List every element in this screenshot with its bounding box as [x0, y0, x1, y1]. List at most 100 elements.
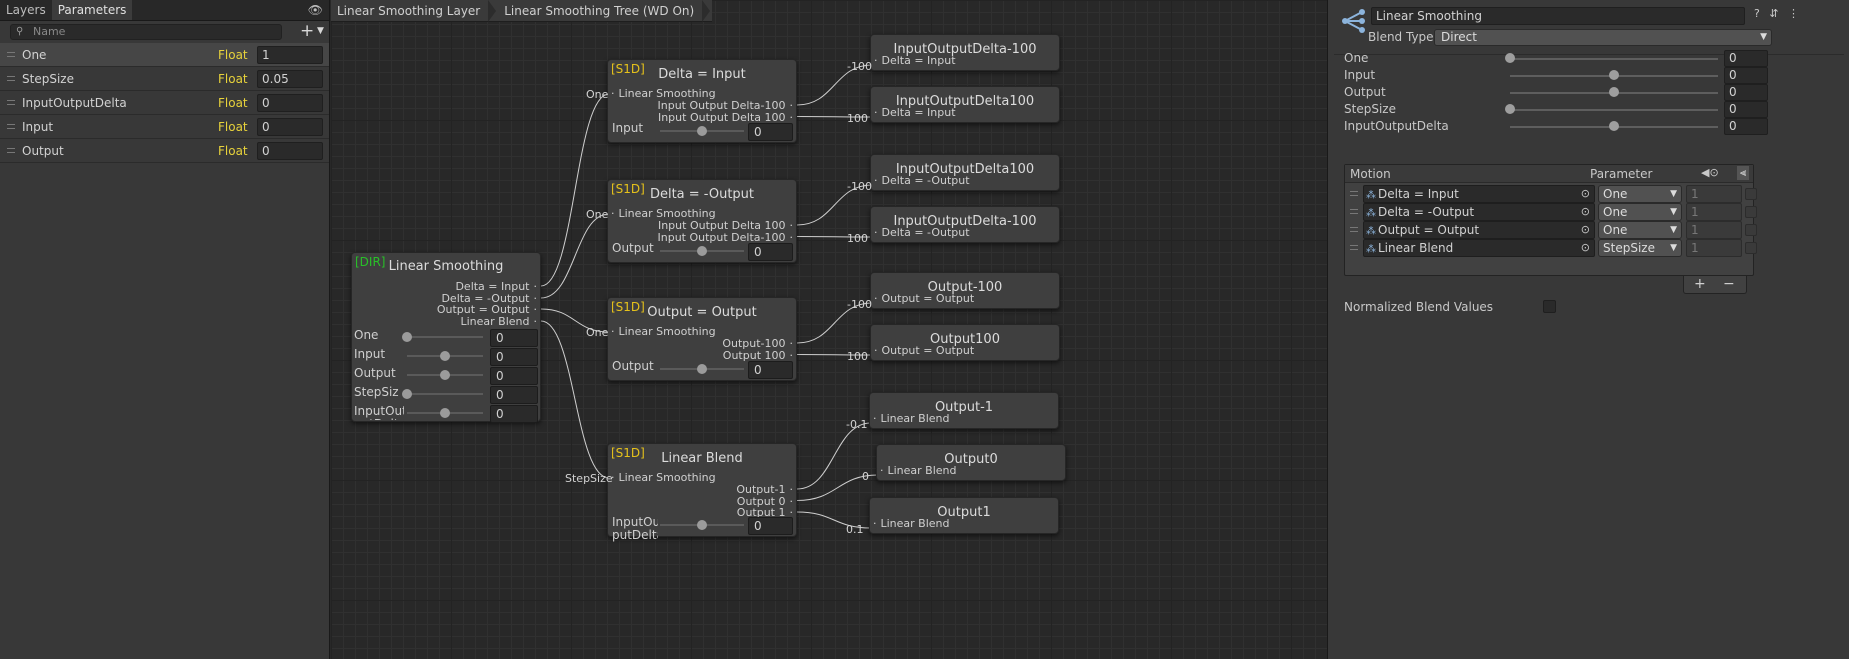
object-picker-icon[interactable]: ⊙ — [1581, 186, 1590, 202]
breadcrumb-tree[interactable]: Linear Smoothing Tree (WD On) — [498, 0, 712, 22]
slider-value-field[interactable]: 0 — [748, 123, 793, 141]
parameter-row[interactable]: Input Float 0 — [0, 115, 329, 139]
blend-parameter-value[interactable]: 0 — [1724, 101, 1768, 118]
slider-knob[interactable] — [697, 246, 707, 256]
clip-input-port[interactable]: Delta = -Output — [874, 226, 970, 239]
slider-knob[interactable] — [697, 520, 707, 530]
node-output-port[interactable]: Input Output Delta-100 — [658, 231, 794, 244]
chevron-down-icon[interactable]: ▼ — [317, 26, 324, 36]
eye-icon[interactable]: 👁 — [308, 3, 323, 17]
clip-input-port[interactable]: Delta = -Output — [874, 174, 970, 187]
weight-field[interactable]: 1 — [1686, 221, 1742, 239]
node-output-port[interactable]: Linear Blend — [460, 315, 537, 328]
blend-parameter-value[interactable]: 0 — [1724, 84, 1768, 101]
motion-clip-node[interactable]: Output0Linear Blend — [876, 444, 1066, 481]
slider-knob[interactable] — [1505, 53, 1515, 63]
mirror-checkbox[interactable] — [1745, 242, 1757, 254]
clip-input-port[interactable]: Output = Output — [874, 292, 975, 305]
drag-handle-icon[interactable] — [1350, 191, 1358, 196]
slider-track[interactable] — [407, 393, 483, 395]
name-field[interactable]: Linear Smoothing — [1371, 7, 1745, 25]
motion-field[interactable]: ⁂ Delta = -Output ⊙ — [1363, 203, 1595, 221]
slider-knob[interactable] — [402, 332, 412, 342]
slider-value-field[interactable]: 0 — [748, 243, 793, 261]
slider-knob[interactable] — [1609, 121, 1619, 131]
clip-input-port[interactable]: Linear Blend — [873, 517, 950, 530]
slider-value-field[interactable]: 0 — [490, 348, 538, 366]
weight-field[interactable]: 1 — [1686, 239, 1742, 257]
root-blend-node[interactable]: [DIR]Linear SmoothingDelta = InputDelta … — [351, 252, 541, 423]
slider-track[interactable] — [1510, 109, 1718, 111]
drag-handle-icon[interactable] — [7, 76, 15, 81]
object-picker-icon[interactable]: ⊙ — [1581, 240, 1590, 256]
blend-parameter-value[interactable]: 0 — [1724, 118, 1768, 135]
drag-handle-icon[interactable] — [1350, 245, 1358, 250]
parameter-value-field[interactable]: 0 — [257, 142, 323, 160]
drag-handle-icon[interactable] — [7, 52, 15, 57]
slider-knob[interactable] — [440, 351, 450, 361]
normalized-blend-values-checkbox[interactable] — [1543, 300, 1556, 313]
parameter-name[interactable]: Output — [22, 144, 64, 158]
blend-parameter-value[interactable]: 0 — [1724, 67, 1768, 84]
drag-handle-icon[interactable] — [7, 148, 15, 153]
object-picker-icon[interactable]: ⊙ — [1581, 222, 1590, 238]
breadcrumb-layer[interactable]: Linear Smoothing Layer — [331, 0, 498, 22]
motion-clip-node[interactable]: Output-100Output = Output — [870, 272, 1060, 309]
motion-field[interactable]: ⁂ Linear Blend ⊙ — [1363, 239, 1595, 257]
slider-value-field[interactable]: 0 — [748, 517, 793, 535]
slider-value-field[interactable]: 0 — [490, 367, 538, 385]
add-parameter-button[interactable]: + — [300, 22, 314, 40]
clip-input-port[interactable]: Output = Output — [874, 344, 975, 357]
slider-knob[interactable] — [1609, 70, 1619, 80]
parameter-value-field[interactable]: 0 — [257, 94, 323, 112]
drag-handle-icon[interactable] — [7, 100, 15, 105]
parameter-select[interactable]: One ▼ — [1598, 221, 1682, 239]
parameter-name[interactable]: StepSize — [22, 72, 74, 86]
parameter-select[interactable]: One ▼ — [1598, 203, 1682, 221]
motion-clip-node[interactable]: InputOutputDelta100Delta = -Output — [870, 154, 1060, 191]
slider-value-field[interactable]: 0 — [490, 329, 538, 347]
slider-knob[interactable] — [402, 389, 412, 399]
drag-handle-icon[interactable] — [7, 124, 15, 129]
clip-input-port[interactable]: Linear Blend — [873, 412, 950, 425]
motion-row[interactable]: ⁂ Linear Blend ⊙ StepSize ▼ 1 — [1345, 238, 1757, 259]
slider-knob[interactable] — [1505, 104, 1515, 114]
slider-knob[interactable] — [1609, 87, 1619, 97]
motion-clip-node[interactable]: Output100Output = Output — [870, 324, 1060, 361]
time-scale-icon[interactable]: ◀⊙ — [1701, 166, 1719, 179]
object-picker-icon[interactable]: ⊙ — [1581, 204, 1590, 220]
node-output-port[interactable]: Output 100 — [723, 349, 793, 362]
drag-handle-icon[interactable] — [1350, 227, 1358, 232]
parameter-value-field[interactable]: 0 — [257, 118, 323, 136]
clip-input-port[interactable]: Delta = Input — [874, 106, 956, 119]
motion-clip-node[interactable]: Output1Linear Blend — [869, 497, 1059, 534]
slider-knob[interactable] — [697, 364, 707, 374]
motion-clip-node[interactable]: InputOutputDelta100Delta = Input — [870, 86, 1060, 123]
node-input-port[interactable]: Linear Smoothing — [611, 471, 716, 484]
blend-tree-graph[interactable]: Linear Smoothing Layer Linear Smoothing … — [331, 0, 1327, 659]
drag-handle-icon[interactable] — [1350, 209, 1358, 214]
motion-field[interactable]: ⁂ Output = Output ⊙ — [1363, 221, 1595, 239]
parameter-row[interactable]: InputOutputDelta Float 0 — [0, 91, 329, 115]
slider-track[interactable] — [1510, 58, 1718, 60]
motion-field[interactable]: ⁂ Delta = Input ⊙ — [1363, 185, 1595, 203]
parameter-row[interactable]: Output Float 0 — [0, 139, 329, 163]
mirror-icon[interactable]: ⫷ — [1737, 166, 1750, 180]
mirror-checkbox[interactable] — [1745, 188, 1757, 200]
slider-value-field[interactable]: 0 — [490, 386, 538, 404]
search-input[interactable]: ⚲ Name — [10, 24, 282, 40]
blend-type-select[interactable]: Direct ▼ — [1434, 29, 1772, 46]
add-motion-button[interactable]: + — [1694, 276, 1706, 292]
parameter-row[interactable]: One Float 1 — [0, 43, 329, 67]
blend-tree-node[interactable]: [S1D]Delta = -OutputLinear SmoothingInpu… — [607, 179, 797, 263]
weight-field[interactable]: 1 — [1686, 203, 1742, 221]
parameter-select[interactable]: StepSize ▼ — [1598, 239, 1682, 257]
blend-tree-node[interactable]: [S1D]Linear BlendLinear SmoothingOutput-… — [607, 443, 797, 542]
slider-track[interactable] — [407, 336, 483, 338]
parameter-name[interactable]: InputOutputDelta — [22, 96, 127, 110]
tab-parameters[interactable]: Parameters — [51, 0, 133, 20]
motion-clip-node[interactable]: InputOutputDelta-100Delta = Input — [870, 34, 1060, 71]
remove-motion-button[interactable]: − — [1723, 276, 1735, 292]
blend-parameter-value[interactable]: 0 — [1724, 50, 1768, 67]
parameter-name[interactable]: One — [22, 48, 46, 62]
